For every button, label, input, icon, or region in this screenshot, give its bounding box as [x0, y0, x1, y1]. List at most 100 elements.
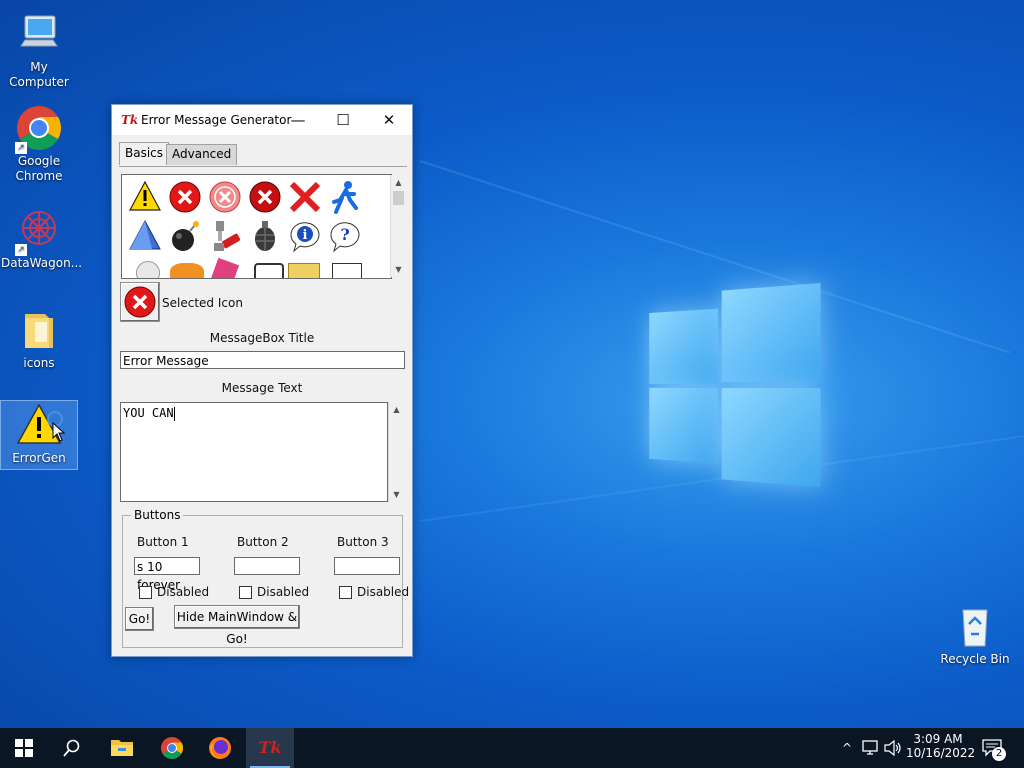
- selected-icon-button[interactable]: [120, 282, 160, 322]
- button3-text-input[interactable]: [334, 557, 400, 575]
- chrome-icon: [161, 737, 183, 759]
- icon-chooser-grid[interactable]: i ?: [121, 174, 392, 279]
- question-bubble-icon[interactable]: ?: [328, 219, 362, 253]
- start-button[interactable]: [0, 728, 48, 768]
- speaker-icon: [884, 739, 901, 757]
- scroll-thumb[interactable]: [393, 191, 404, 205]
- desktop-icon-label: ErrorGen: [12, 451, 66, 465]
- clock-time: 3:09 AM: [913, 732, 963, 746]
- taskbar-error-generator[interactable]: Tk: [246, 728, 294, 768]
- button2-text-input[interactable]: [234, 557, 300, 575]
- scroll-down-arrow-icon[interactable]: ▼: [391, 262, 406, 277]
- folder-icon: [15, 306, 63, 354]
- tray-chevron-button[interactable]: ^: [838, 728, 856, 768]
- recycle-bin-icon: [951, 602, 999, 650]
- button3-disabled-checkbox[interactable]: [339, 586, 352, 599]
- desktop-icon-label: Google Chrome: [15, 154, 63, 183]
- selected-icon-label: Selected Icon: [162, 296, 243, 310]
- button3-label: Button 3: [337, 535, 389, 549]
- tk-app-icon: Tk: [121, 113, 139, 127]
- scroll-up-arrow-icon[interactable]: ▲: [389, 402, 404, 417]
- window-titlebar[interactable]: Tk Error Message Generator — ☐ ✕: [112, 105, 412, 135]
- datawagon-icon: ↗: [15, 206, 63, 256]
- button2-disabled-label: Disabled: [257, 585, 310, 599]
- desktop-icon-recycle-bin[interactable]: Recycle Bin: [937, 602, 1013, 667]
- taskbar-firefox[interactable]: [196, 728, 244, 768]
- message-text-value: YOU CAN: [123, 406, 174, 420]
- gear-small-icon[interactable]: [254, 263, 284, 278]
- basics-panel: i ? ▲ ▼ Selected Icon MessageBox Title E…: [119, 166, 409, 649]
- minimize-button[interactable]: —: [275, 105, 321, 135]
- shortcut-arrow-icon: ↗: [15, 244, 27, 256]
- scroll-down-arrow-icon[interactable]: ▼: [389, 487, 404, 502]
- red-x-icon[interactable]: [288, 180, 322, 214]
- message-text-scrollbar[interactable]: ▲ ▼: [388, 402, 404, 502]
- shortcut-arrow-icon: ↗: [15, 142, 27, 154]
- warning-icon[interactable]: [128, 180, 162, 214]
- hide-mainwindow-go-button[interactable]: Hide MainWindow & Go!: [174, 605, 300, 646]
- orange-icon[interactable]: [170, 263, 204, 278]
- message-text-label: Message Text: [221, 381, 303, 395]
- icon-chooser-scrollbar[interactable]: ▲ ▼: [390, 175, 406, 277]
- desktop-icon-my-computer[interactable]: My Computer: [1, 10, 77, 90]
- error-red-icon: [124, 286, 156, 318]
- tk-app-icon: Tk: [258, 738, 282, 757]
- bomb-icon[interactable]: [168, 219, 202, 253]
- window-title: Error Message Generator: [141, 113, 292, 127]
- cow-icon[interactable]: [332, 263, 362, 278]
- button1-text-input[interactable]: s 10 forever: [134, 557, 200, 592]
- firefox-icon: [209, 737, 231, 759]
- maximize-button[interactable]: ☐: [320, 105, 366, 135]
- volume-button[interactable]: [884, 728, 904, 768]
- running-man-icon[interactable]: [328, 180, 362, 214]
- folder-small-icon[interactable]: [288, 263, 320, 278]
- error-generator-window: Tk Error Message Generator — ☐ ✕ Basics …: [111, 104, 413, 657]
- scroll-up-arrow-icon[interactable]: ▲: [391, 175, 406, 190]
- clock[interactable]: 3:09 AM 10/16/2022: [906, 728, 976, 768]
- go-button[interactable]: Go!: [125, 607, 154, 631]
- button1-label: Button 1: [137, 535, 189, 549]
- buttons-group: Buttons Button 1 Button 2 Button 3 s 10 …: [122, 508, 409, 648]
- buttons-group-legend: Buttons: [131, 508, 184, 522]
- grenade-icon[interactable]: [248, 219, 282, 253]
- desktop-icon-label: Recycle Bin: [940, 652, 1010, 666]
- text-caret: [173, 406, 175, 421]
- messagebox-title-label: MessageBox Title: [209, 331, 315, 345]
- button3-disabled-label: Disabled: [357, 585, 410, 599]
- sphere-icon[interactable]: [136, 261, 160, 278]
- desktop-icon-label: My Computer: [9, 60, 69, 89]
- file-explorer-icon: [111, 740, 133, 756]
- info-bubble-icon[interactable]: i: [288, 219, 322, 253]
- messagebox-title-input[interactable]: Error Message: [120, 351, 405, 369]
- tab-basics[interactable]: Basics: [119, 142, 170, 165]
- search-button[interactable]: [48, 728, 96, 768]
- windows-start-icon: [15, 739, 33, 757]
- desktop-icon-datawagon[interactable]: ↗ DataWagon...: [1, 206, 82, 271]
- taskbar: Tk ^ 3:09 AM 10/16/2022 2: [0, 728, 1024, 768]
- close-button[interactable]: ✕: [366, 105, 412, 135]
- desktop-icon-chrome[interactable]: ↗ Google Chrome: [1, 104, 77, 184]
- network-icon: [862, 740, 878, 755]
- windows-logo: [649, 283, 821, 487]
- blue-pyramid-icon[interactable]: [128, 219, 162, 253]
- pink-icon[interactable]: [210, 257, 240, 278]
- message-text-input[interactable]: YOU CAN: [120, 402, 388, 502]
- error-faded-icon[interactable]: [208, 180, 242, 214]
- taskbar-file-explorer[interactable]: [98, 728, 146, 768]
- error-red-icon[interactable]: [168, 180, 202, 214]
- button1-disabled-checkbox[interactable]: [139, 586, 152, 599]
- button2-disabled-checkbox[interactable]: [239, 586, 252, 599]
- taskbar-chrome[interactable]: [148, 728, 196, 768]
- notification-center-button[interactable]: 2: [978, 728, 1018, 768]
- desktop-icon-icons-folder[interactable]: icons: [1, 306, 77, 371]
- network-button[interactable]: [862, 728, 882, 768]
- error-dark-icon[interactable]: [248, 180, 282, 214]
- chrome-icon: ↗: [15, 104, 63, 154]
- chevron-up-icon: ^: [841, 741, 853, 755]
- tool-icon[interactable]: [208, 219, 242, 253]
- computer-icon: [15, 10, 63, 58]
- button2-label: Button 2: [237, 535, 289, 549]
- tab-advanced[interactable]: Advanced: [166, 144, 238, 165]
- svg-text:i: i: [303, 228, 308, 243]
- clock-date: 10/16/2022: [906, 746, 976, 760]
